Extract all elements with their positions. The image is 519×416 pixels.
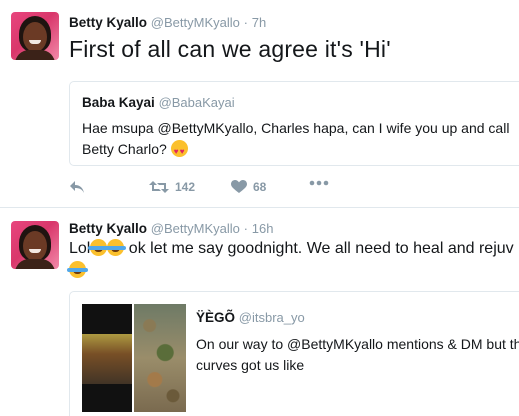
- quoted-author-handle: @itsbra_yo: [238, 310, 305, 325]
- quoted-tweet-header: ŸÈGÕ @itsbra_yo: [196, 310, 305, 325]
- tweet-text: First of all can we agree it's 'Hi': [69, 36, 391, 62]
- author-name[interactable]: Betty Kyallo: [69, 221, 147, 236]
- heart-icon: [231, 180, 247, 193]
- quoted-author-handle: @BabaKayai: [158, 95, 235, 110]
- tweet[interactable]: Betty Kyallo @BettyMKyallo · 7h First of…: [0, 0, 519, 208]
- author-handle[interactable]: @BettyMKyallo: [151, 221, 240, 236]
- retweet-count: 142: [175, 180, 196, 194]
- more-button[interactable]: [309, 180, 329, 186]
- quoted-media-thumbnail[interactable]: [134, 304, 186, 412]
- quoted-media-thumbnail[interactable]: [82, 304, 132, 412]
- quoted-author-name: Baba Kayai: [82, 95, 155, 110]
- reply-button[interactable]: [69, 180, 85, 194]
- more-icon: [309, 180, 329, 186]
- tweet-text-line-2: [67, 260, 88, 282]
- quoted-tweet-line-1: On our way to @BettyMKyallo mentions & D…: [196, 336, 519, 352]
- timestamp[interactable]: 7h: [252, 15, 266, 30]
- tweet-text-main: ok let me say goodnight. We all need to …: [124, 240, 514, 257]
- timeline: Betty Kyallo @BettyMKyallo · 7h First of…: [0, 0, 519, 416]
- retweet-button[interactable]: 142: [149, 180, 195, 194]
- quoted-tweet-header: Baba Kayai @BabaKayai: [82, 95, 235, 110]
- quoted-tweet-line-2-text: Betty Charlo?: [82, 141, 167, 157]
- separator: ·: [243, 221, 248, 236]
- reply-icon: [70, 181, 84, 193]
- quoted-tweet[interactable]: ŸÈGÕ @itsbra_yo On our way to @BettyMKya…: [69, 291, 519, 416]
- retweet-icon: [149, 181, 169, 193]
- avatar[interactable]: [11, 12, 59, 60]
- quoted-author-name: ŸÈGÕ: [196, 310, 236, 325]
- quoted-tweet-line-1: Hae msupa @BettyMKyallo, Charles hapa, c…: [82, 120, 510, 136]
- tweet-actions: 142 68: [69, 180, 509, 198]
- quoted-tweet[interactable]: Baba Kayai @BabaKayai Hae msupa @BettyMK…: [69, 81, 519, 166]
- joy-emoji-icon: [67, 261, 88, 278]
- timestamp[interactable]: 16h: [252, 221, 274, 236]
- like-button[interactable]: 68: [231, 180, 266, 194]
- quoted-tweet-line-2: curves got us like: [196, 357, 305, 373]
- tweet-header: Betty Kyallo @BettyMKyallo · 16h: [69, 221, 273, 236]
- author-name[interactable]: Betty Kyallo: [69, 15, 147, 30]
- author-handle[interactable]: @BettyMKyallo: [151, 15, 240, 30]
- tweet-text-prefix: Lol: [69, 240, 91, 257]
- separator: ·: [243, 15, 248, 30]
- quoted-tweet-line-2: Betty Charlo?: [82, 139, 188, 162]
- tweet[interactable]: Betty Kyallo @BettyMKyallo · 16h Lol ok …: [0, 208, 519, 416]
- tweet-header: Betty Kyallo @BettyMKyallo · 7h: [69, 15, 266, 30]
- joy-emoji-icon: [105, 239, 127, 256]
- avatar[interactable]: [11, 221, 59, 269]
- tweet-text-line-1: Lol ok let me say goodnight. We all need…: [69, 238, 514, 260]
- heart-eyes-emoji-icon: [170, 140, 188, 162]
- like-count: 68: [253, 180, 267, 194]
